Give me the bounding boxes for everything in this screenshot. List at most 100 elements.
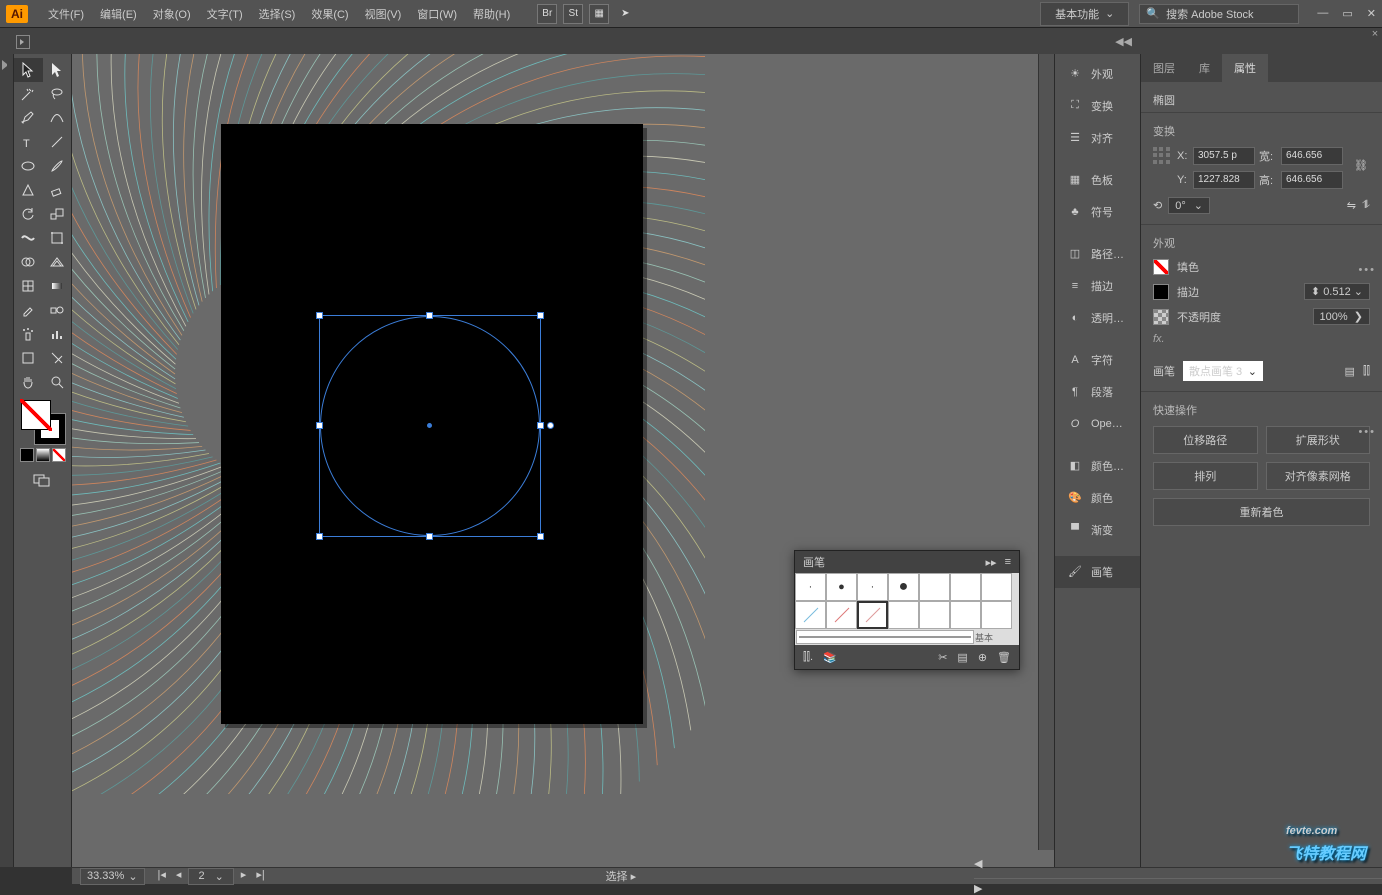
menu-help[interactable]: 帮助(H)	[467, 2, 516, 26]
screen-mode-icon[interactable]	[33, 472, 53, 491]
fx-label[interactable]: fx.	[1153, 333, 1370, 345]
artboard-tool[interactable]	[14, 346, 43, 370]
prev-artboard-icon[interactable]: ◂	[173, 868, 185, 885]
delete-brush-icon[interactable]: 🗑	[997, 651, 1011, 664]
flip-v-icon[interactable]: ⥮	[1362, 199, 1370, 212]
new-brush-icon[interactable]: ⊕	[978, 651, 987, 664]
recolor-button[interactable]: 重新着色	[1153, 498, 1370, 526]
brush-lib-icon[interactable]: ⫿⫿	[1363, 365, 1370, 378]
brush-thumb[interactable]	[981, 573, 1012, 601]
panel-symbols[interactable]: ♣符号	[1055, 196, 1140, 228]
handle-bot-mid[interactable]	[426, 533, 433, 540]
maximize-button[interactable]: ▭	[1342, 7, 1352, 20]
artboard-select[interactable]: 2⌄	[188, 868, 233, 885]
zoom-tool[interactable]	[43, 370, 72, 394]
panel-character[interactable]: A字符	[1055, 344, 1140, 376]
arrange-docs-icon[interactable]: ▦	[589, 4, 609, 24]
brush-thumb[interactable]: ●	[826, 573, 857, 601]
handle-top-left[interactable]	[316, 312, 323, 319]
brush-options-icon[interactable]: ▤	[1345, 365, 1355, 378]
close-button[interactable]: ✕	[1367, 7, 1376, 20]
brush-thumb[interactable]	[919, 573, 950, 601]
brush-lib-menu-icon[interactable]: ⫿⫿.	[803, 651, 813, 664]
symbol-sprayer-tool[interactable]	[14, 322, 43, 346]
panel-paragraph[interactable]: ¶段落	[1055, 376, 1140, 408]
menu-window[interactable]: 窗口(W)	[411, 2, 463, 26]
minimize-button[interactable]: —	[1317, 7, 1328, 20]
handle-bot-right[interactable]	[537, 533, 544, 540]
brush-thumb[interactable]	[950, 601, 981, 629]
lasso-tool[interactable]	[43, 82, 72, 106]
menu-file[interactable]: 文件(F)	[42, 2, 90, 26]
angle-input[interactable]: 0°⌄	[1168, 197, 1210, 214]
panel-brushes[interactable]: 🖌画笔	[1055, 556, 1140, 588]
blend-tool[interactable]	[43, 298, 72, 322]
expand-toolbar-icon[interactable]	[2, 60, 12, 70]
tab-layers[interactable]: 图层	[1141, 54, 1187, 82]
brushes-panel-header[interactable]: 画笔 ▸▸≡	[795, 551, 1019, 573]
arrange-button[interactable]: 排列	[1153, 462, 1258, 490]
brushes-floating-panel[interactable]: 画笔 ▸▸≡ · ● · ● 基本 ⫿⫿.📚 ✂▤⊕🗑	[794, 550, 1020, 670]
selection-bounding-box[interactable]	[319, 315, 541, 537]
color-mode-icon[interactable]	[20, 448, 34, 462]
hand-tool[interactable]	[14, 370, 43, 394]
handle-mid-left[interactable]	[316, 422, 323, 429]
brush-options-icon[interactable]: ▤	[957, 651, 967, 664]
panel-pathfinder[interactable]: ◫路径…	[1055, 238, 1140, 270]
flip-h-icon[interactable]: ⇋	[1347, 199, 1356, 212]
ellipse-tool[interactable]	[14, 154, 43, 178]
menu-select[interactable]: 选择(S)	[253, 2, 302, 26]
rotate-tool[interactable]	[14, 202, 43, 226]
shape-builder-tool[interactable]	[14, 250, 43, 274]
tab-libraries[interactable]: 库	[1187, 54, 1222, 82]
fill-swatch-icon[interactable]	[1153, 259, 1169, 275]
paintbrush-tool[interactable]	[43, 154, 72, 178]
eraser-tool[interactable]	[43, 178, 72, 202]
opacity-swatch-icon[interactable]	[1153, 309, 1169, 325]
transform-more-icon[interactable]: •••	[1358, 264, 1376, 276]
free-transform-tool[interactable]	[43, 226, 72, 250]
canvas[interactable]	[72, 54, 1054, 867]
panel-stroke[interactable]: ≡描边	[1055, 270, 1140, 302]
type-tool[interactable]: T	[14, 130, 43, 154]
fill-swatch[interactable]	[21, 400, 51, 430]
slice-tool[interactable]	[43, 346, 72, 370]
panel-colorguide[interactable]: ◧颜色…	[1055, 450, 1140, 482]
panel-appearance[interactable]: ☀外观	[1055, 58, 1140, 90]
menu-edit[interactable]: 编辑(E)	[94, 2, 143, 26]
x-input[interactable]: 3057.5 p	[1193, 147, 1255, 165]
panel-opentype[interactable]: OOpe…	[1055, 408, 1140, 440]
pen-tool[interactable]	[14, 106, 43, 130]
scale-tool[interactable]	[43, 202, 72, 226]
menu-type[interactable]: 文字(T)	[201, 2, 249, 26]
brush-stroke-preview[interactable]	[796, 630, 974, 644]
menu-effect[interactable]: 效果(C)	[305, 2, 354, 26]
brush-thumb[interactable]: ·	[857, 573, 888, 601]
brush-thumb-selected[interactable]	[857, 601, 888, 629]
tab-properties[interactable]: 属性	[1222, 54, 1268, 82]
panel-align[interactable]: ☰对齐	[1055, 122, 1140, 154]
brush-libraries-icon[interactable]: 📚	[823, 651, 837, 664]
menu-object[interactable]: 对象(O)	[147, 2, 197, 26]
handle-rotate[interactable]	[547, 422, 554, 429]
brush-select[interactable]: 散点画笔 3⌄	[1183, 361, 1263, 381]
fill-stroke-swatch[interactable]	[21, 400, 65, 444]
gradient-tool[interactable]	[43, 274, 72, 298]
link-wh-icon[interactable]: ⛓	[1354, 159, 1368, 172]
bridge-icon[interactable]: Br	[537, 4, 557, 24]
panel-color[interactable]: 🎨颜色	[1055, 482, 1140, 514]
curvature-tool[interactable]	[43, 106, 72, 130]
shaper-tool[interactable]	[14, 178, 43, 202]
vertical-scrollbar[interactable]	[1038, 54, 1054, 850]
brush-thumb[interactable]	[919, 601, 950, 629]
brush-thumb[interactable]	[981, 601, 1012, 629]
appearance-more-icon[interactable]: •••	[1358, 426, 1376, 438]
last-artboard-icon[interactable]: ▸|	[253, 868, 267, 885]
brush-thumb[interactable]	[795, 601, 826, 629]
panel-swatches[interactable]: ▦色板	[1055, 164, 1140, 196]
selection-tool[interactable]	[14, 58, 43, 82]
handle-center[interactable]	[427, 423, 432, 428]
menu-view[interactable]: 视图(V)	[359, 2, 408, 26]
reference-point-icon[interactable]	[1153, 147, 1171, 165]
graph-tool[interactable]	[43, 322, 72, 346]
